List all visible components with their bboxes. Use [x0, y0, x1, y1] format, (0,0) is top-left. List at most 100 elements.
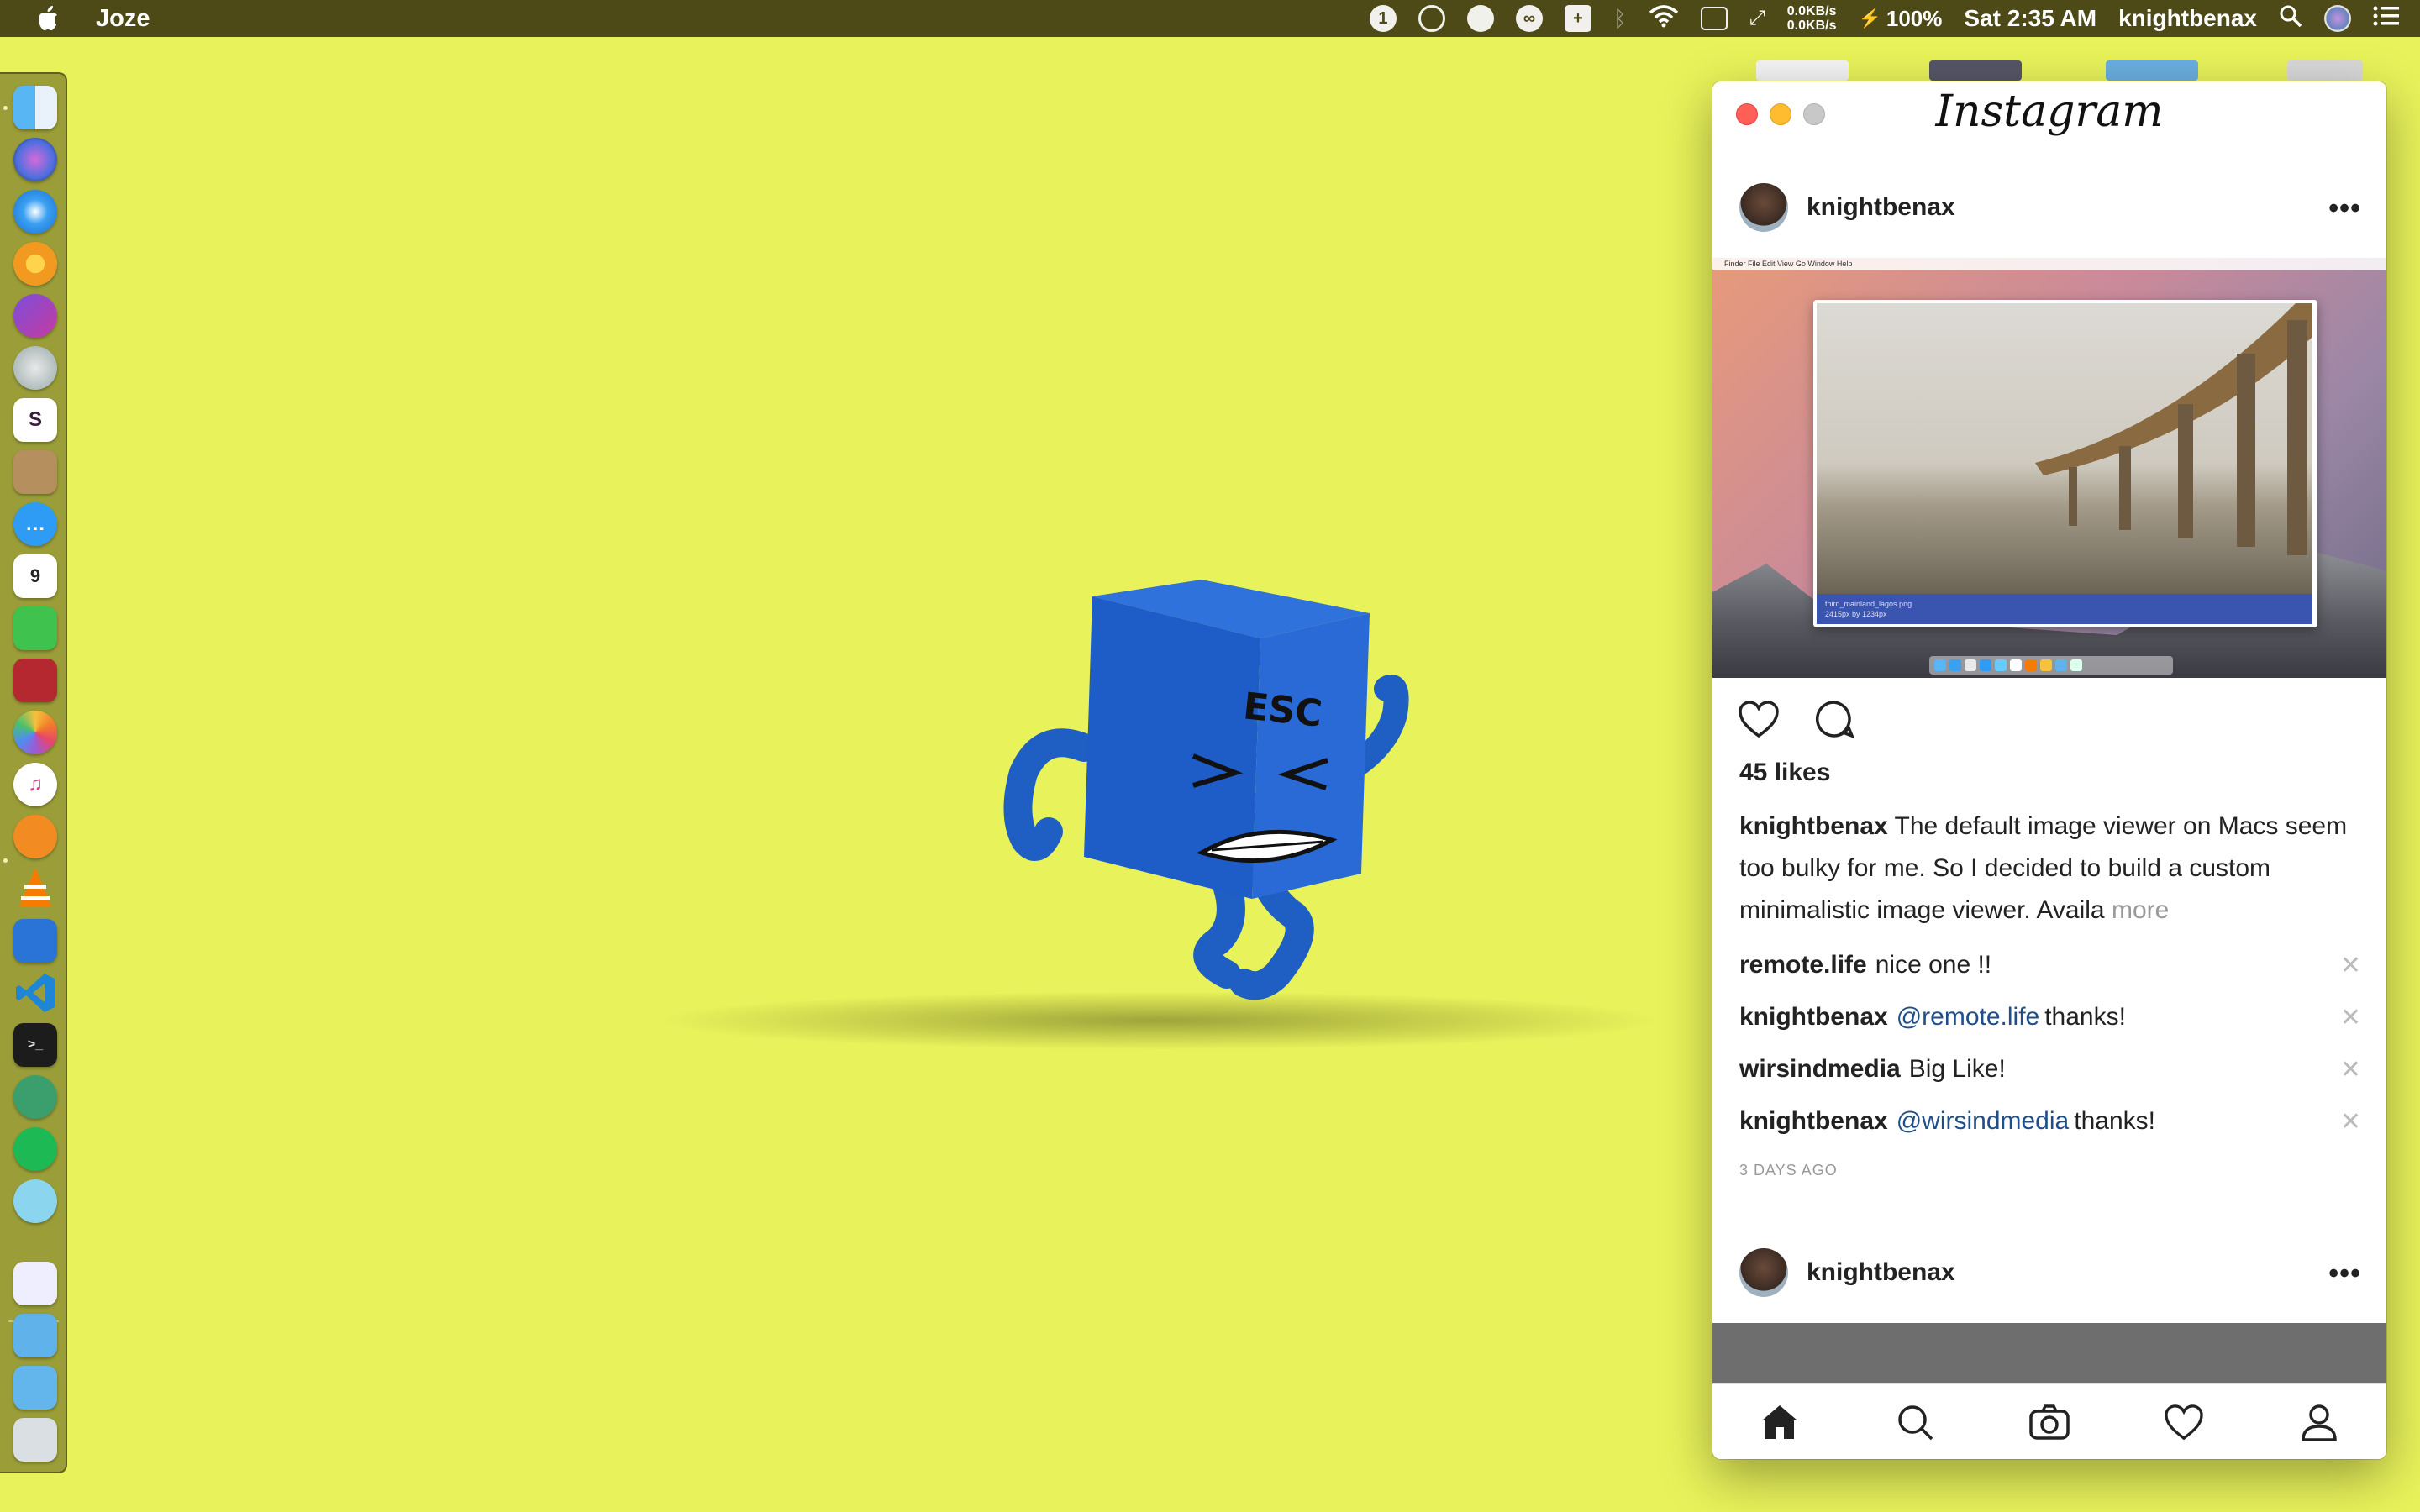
post-header: knightbenax •••	[1712, 167, 2386, 248]
screenshot-info-bar: third_mainland_lagos.png 2415px by 1234p…	[1817, 594, 2312, 624]
post-caption: knightbenax The default image viewer on …	[1739, 806, 2353, 932]
siri-icon[interactable]	[13, 138, 57, 181]
search-icon[interactable]	[1890, 1397, 1940, 1447]
facetime-icon[interactable]	[13, 606, 57, 650]
trash-icon[interactable]	[13, 1418, 57, 1462]
notification-center-icon[interactable]	[2373, 5, 2400, 33]
battery-icon: ⚡	[1858, 8, 1881, 29]
net-download: 0.0KB/s	[1786, 18, 1837, 33]
apple-menu-icon[interactable]	[34, 4, 62, 33]
onepassword-icon[interactable]: 1	[1369, 5, 1397, 32]
ibooks-icon[interactable]	[13, 815, 57, 858]
creative-cloud-icon[interactable]: ∞	[1515, 5, 1543, 32]
battery-percent: 100%	[1886, 5, 1943, 31]
remove-comment-icon[interactable]: ✕	[2340, 1055, 2361, 1084]
comment-icon[interactable]	[1813, 699, 1855, 743]
profile-icon[interactable]	[2294, 1397, 2344, 1447]
instagram-logo: Instagram	[1935, 87, 2164, 137]
messenger-icon[interactable]: …	[13, 502, 57, 546]
comment-username[interactable]: wirsindmedia	[1739, 1055, 1901, 1084]
plus-icon[interactable]: +	[1564, 5, 1591, 32]
caption-more-link[interactable]: more	[2112, 896, 2169, 924]
comment-row: remote.life nice one !! ✕	[1739, 948, 2361, 982]
screenshot-dock	[1929, 656, 2173, 675]
xcode-icon[interactable]	[13, 919, 57, 963]
heart-icon[interactable]	[1738, 700, 1780, 743]
user-menu[interactable]: knightbenax	[2118, 5, 2257, 32]
bridge-drawing	[2035, 303, 2312, 555]
next-post-username[interactable]: knightbenax	[1807, 1258, 1955, 1287]
photo-booth-icon[interactable]	[13, 659, 57, 702]
post-image[interactable]: Finder File Edit View Go Window Help thi…	[1712, 258, 2386, 678]
home-icon[interactable]	[1754, 1397, 1805, 1447]
esc-key-mascot: ESC	[1003, 580, 1409, 1000]
document-icon[interactable]	[13, 1262, 57, 1305]
next-post-image[interactable]	[1712, 1323, 2386, 1383]
safari-icon[interactable]	[13, 190, 57, 234]
remove-comment-icon[interactable]: ✕	[2340, 1107, 2361, 1137]
avatar[interactable]	[1739, 183, 1788, 232]
mascot-key-label: ESC	[1241, 685, 1324, 736]
post-username[interactable]: knightbenax	[1807, 193, 1955, 222]
screenshot-filename: third_mainland_lagos.png	[1825, 600, 1912, 608]
bottom-navigation	[1712, 1383, 2386, 1459]
screenshot-bridge-photo	[1817, 303, 2312, 594]
caption-username[interactable]: knightbenax	[1739, 812, 1888, 840]
comment-row: knightbenax @wirsindmedia thanks! ✕	[1739, 1105, 2361, 1138]
chrome-canary-icon[interactable]	[13, 242, 57, 286]
siri-icon[interactable]	[2324, 5, 2351, 32]
remove-comment-icon[interactable]: ✕	[2340, 951, 2361, 980]
react-native-debugger-icon[interactable]	[13, 1179, 57, 1223]
comment-text: nice one !!	[1875, 951, 1992, 979]
camera-icon[interactable]	[2024, 1397, 2075, 1447]
terminal-icon[interactable]: >_	[13, 1023, 57, 1067]
vscode-icon[interactable]	[13, 971, 57, 1015]
desktop-folder-icon[interactable]	[2106, 60, 2198, 81]
downloads-folder-icon[interactable]	[13, 1366, 57, 1410]
finder-icon[interactable]	[13, 86, 57, 129]
comment-mention[interactable]: @wirsindmedia	[1897, 1107, 2070, 1136]
calendar-icon[interactable]: 9	[13, 554, 57, 598]
screenshot-dimensions: 2415px by 1234px	[1825, 610, 1887, 618]
net-upload: 0.0KB/s	[1786, 4, 1837, 18]
resize-icon[interactable]: ⤢	[1749, 7, 1765, 30]
launchpad-icon[interactable]	[13, 346, 57, 390]
desktop-file-icon[interactable]	[1756, 60, 1849, 81]
contacts-icon[interactable]	[13, 450, 57, 494]
dock: S … 9 ♫ >_	[0, 72, 67, 1473]
cloud-icon[interactable]	[1466, 5, 1494, 32]
comment-row: wirsindmedia Big Like! ✕	[1739, 1053, 2361, 1086]
clock[interactable]: Sat 2:35 AM	[1964, 5, 2096, 32]
comment-mention[interactable]: @remote.life	[1897, 1003, 2040, 1032]
vlc-icon[interactable]	[13, 867, 57, 911]
remove-comment-icon[interactable]: ✕	[2340, 1003, 2361, 1032]
comment-row: knightbenax @remote.life thanks! ✕	[1739, 1000, 2361, 1034]
spotify-icon[interactable]	[13, 1127, 57, 1171]
desktop-drive-icon[interactable]	[2287, 60, 2363, 81]
slack-icon[interactable]: S	[13, 398, 57, 442]
keyboard-icon[interactable]	[1700, 7, 1728, 30]
wifi-icon[interactable]	[1649, 4, 1679, 34]
itunes-icon[interactable]: ♫	[13, 763, 57, 806]
avatar[interactable]	[1739, 1248, 1788, 1297]
photos-icon[interactable]	[13, 711, 57, 754]
sync-icon[interactable]	[1418, 5, 1445, 32]
applications-folder-icon[interactable]	[13, 1314, 57, 1357]
window-titlebar[interactable]: Instagram	[1712, 81, 2386, 149]
next-post-options-button[interactable]: •••	[2328, 1257, 2361, 1290]
comment-username[interactable]: knightbenax	[1739, 1003, 1888, 1032]
post-actions	[1738, 699, 1855, 743]
comment-username[interactable]: knightbenax	[1739, 1107, 1888, 1136]
compass-app-icon[interactable]	[13, 294, 57, 338]
activity-heart-icon[interactable]	[2159, 1397, 2209, 1447]
bluetooth-icon[interactable]: ᛒ	[1613, 6, 1627, 32]
active-app-name[interactable]: Joze	[96, 5, 150, 33]
battery-status[interactable]: ⚡ 100%	[1858, 6, 1942, 32]
likes-count[interactable]: 45 likes	[1739, 759, 1830, 787]
atom-icon[interactable]	[13, 1075, 57, 1119]
desktop-image-icon[interactable]	[1929, 60, 2022, 81]
post-timestamp[interactable]: 3 DAYS AGO	[1739, 1162, 1838, 1179]
post-options-button[interactable]: •••	[2328, 192, 2361, 225]
spotlight-icon[interactable]	[2279, 4, 2302, 34]
comment-username[interactable]: remote.life	[1739, 951, 1867, 979]
